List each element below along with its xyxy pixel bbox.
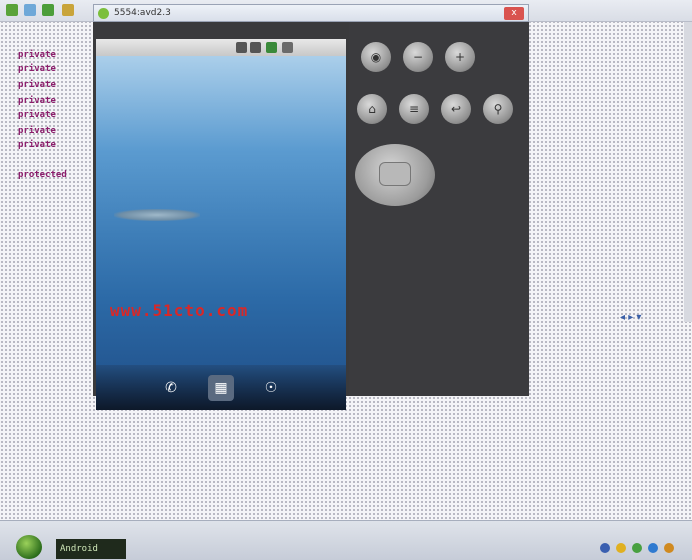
emulator-titlebar[interactable]: 5554:avd2.3 x (93, 4, 529, 22)
camera-button[interactable]: ◉ (361, 42, 391, 72)
wallpaper-island (114, 209, 200, 221)
code-keyword: private (18, 64, 56, 74)
code-line: private (18, 50, 56, 61)
watermark-text: www.51cto.com (110, 301, 249, 320)
emulator-window: 5554:avd2.3 x www.51cto.com ✆ ▦ ☉ ◉ − + (93, 4, 529, 410)
emulator-body: www.51cto.com ✆ ▦ ☉ ◉ − + ⌂ ≡ ↩ ⚲ (93, 22, 529, 410)
sdcard-icon (250, 42, 261, 53)
code-keyword: private (18, 80, 56, 90)
code-keyword: private (18, 126, 56, 136)
taskbar: Android (0, 520, 692, 560)
code-keyword: private (18, 140, 56, 150)
emulator-title: 5554:avd2.3 (114, 8, 171, 18)
nav-arrows-icon[interactable]: ◂ ▸ ▾ (620, 312, 641, 323)
code-line: protected (18, 170, 67, 181)
dpad[interactable] (355, 144, 435, 206)
code-line: private (18, 96, 56, 107)
code-keyword: private (18, 96, 56, 106)
forward-icon[interactable] (24, 4, 36, 16)
emulator-controls: ◉ − + ⌂ ≡ ↩ ⚲ (349, 22, 529, 396)
code-keyword: private (18, 50, 56, 60)
menu-button[interactable]: ≡ (399, 94, 429, 124)
code-line: private (18, 110, 56, 121)
back-button[interactable]: ↩ (441, 94, 471, 124)
battery-icon (282, 42, 293, 53)
code-line: private (18, 126, 56, 137)
run-icon[interactable] (42, 4, 54, 16)
tray-app-icon[interactable] (632, 543, 642, 553)
signal-icon (266, 42, 277, 53)
dpad-center-button[interactable] (379, 162, 411, 186)
tray-network-icon[interactable] (600, 543, 610, 553)
android-icon (98, 8, 109, 19)
debug-icon[interactable] (62, 4, 74, 16)
status-bar (96, 39, 346, 56)
code-keyword: protected (18, 170, 67, 180)
code-line: private (18, 80, 56, 91)
ide-scrollbar[interactable] (684, 22, 692, 322)
volume-down-button[interactable]: − (403, 42, 433, 72)
usb-icon (236, 42, 247, 53)
code-line: private (18, 140, 56, 151)
taskbar-item[interactable]: Android (56, 539, 126, 559)
tray-update-icon[interactable] (664, 543, 674, 553)
start-button[interactable] (16, 535, 42, 559)
home-button[interactable]: ⌂ (357, 94, 387, 124)
close-button[interactable]: x (504, 7, 524, 20)
volume-up-button[interactable]: + (445, 42, 475, 72)
tray-volume-icon[interactable] (616, 543, 626, 553)
search-button[interactable]: ⚲ (483, 94, 513, 124)
tray-security-icon[interactable] (648, 543, 658, 553)
code-line: private (18, 64, 56, 75)
back-icon[interactable] (6, 4, 18, 16)
code-keyword: private (18, 110, 56, 120)
